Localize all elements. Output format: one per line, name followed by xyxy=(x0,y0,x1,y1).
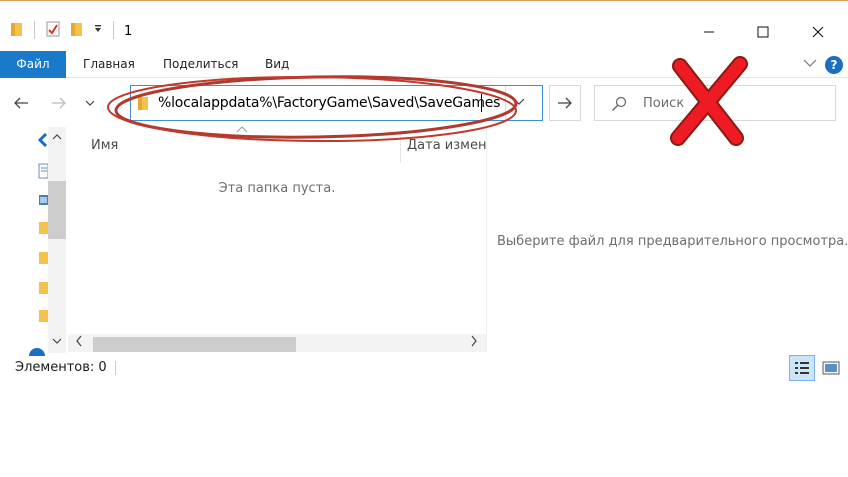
search-box[interactable]: Поиск xyxy=(594,85,836,121)
separator xyxy=(505,86,506,120)
tab-share[interactable]: Поделиться xyxy=(163,51,238,78)
horizontal-scrollbar[interactable] xyxy=(68,334,486,352)
ribbon-tabs: Файл Главная Поделиться Вид ? xyxy=(0,51,848,78)
properties-icon[interactable] xyxy=(45,21,61,40)
column-header-name[interactable]: Имя xyxy=(91,138,118,153)
folder-icon[interactable] xyxy=(38,309,48,326)
sort-arrow-icon xyxy=(236,125,248,136)
address-bar[interactable]: %localappdata%\FactoryGame\Saved\SaveGam… xyxy=(130,85,543,121)
help-button[interactable]: ? xyxy=(825,56,843,74)
text-caret xyxy=(481,94,482,112)
close-button[interactable] xyxy=(795,16,841,48)
search-icon xyxy=(611,96,627,115)
nav-pane-scroll-thumb[interactable] xyxy=(48,181,66,239)
minimize-button[interactable] xyxy=(686,16,732,48)
recent-locations-button[interactable] xyxy=(79,93,101,113)
scroll-down-icon[interactable] xyxy=(52,335,62,348)
maximize-button[interactable] xyxy=(740,16,786,48)
tab-home[interactable]: Главная xyxy=(83,51,135,78)
back-button[interactable] xyxy=(10,93,32,113)
go-button[interactable] xyxy=(549,85,581,121)
horizontal-scroll-thumb[interactable] xyxy=(93,337,296,352)
address-row: %localappdata%\FactoryGame\Saved\SaveGam… xyxy=(0,79,848,127)
details-view-button[interactable] xyxy=(789,355,815,381)
separator xyxy=(113,21,114,39)
search-input[interactable]: Поиск xyxy=(643,96,684,111)
nav-pane-scrollbar[interactable] xyxy=(48,127,66,353)
separator xyxy=(34,21,35,39)
column-separator[interactable] xyxy=(400,131,401,163)
folder-icon[interactable] xyxy=(38,281,48,298)
address-path[interactable]: %localappdata%\FactoryGame\Saved\SaveGam… xyxy=(158,95,500,111)
status-item-count: Элементов: 0 xyxy=(15,360,107,375)
separator xyxy=(115,361,116,375)
forward-button[interactable] xyxy=(48,93,70,113)
title-bar: 1 xyxy=(0,1,848,51)
file-list: Имя Дата измен Эта папка пуста. xyxy=(68,125,486,353)
pictures-icon[interactable] xyxy=(38,193,48,210)
scroll-left-icon[interactable] xyxy=(75,335,83,350)
folder-icon[interactable] xyxy=(38,251,48,268)
document-icon[interactable] xyxy=(38,163,49,182)
pane-divider[interactable] xyxy=(486,127,487,353)
network-icon[interactable] xyxy=(28,345,46,359)
window-title: 1 xyxy=(124,24,133,39)
scroll-right-icon[interactable] xyxy=(470,335,478,350)
empty-folder-message: Эта папка пуста. xyxy=(218,181,336,196)
explorer-window: 1 Файл Главная Поделиться Вид ? %localap… xyxy=(0,0,848,477)
tab-view[interactable]: Вид xyxy=(265,51,289,78)
chevron-down-icon[interactable] xyxy=(803,57,817,71)
tab-file[interactable]: Файл xyxy=(0,51,66,78)
navigation-pane xyxy=(0,127,66,353)
customize-dropdown-icon[interactable] xyxy=(93,24,103,37)
quick-access-icon[interactable] xyxy=(37,132,48,150)
folder-icon[interactable] xyxy=(38,221,48,238)
chevron-down-icon[interactable] xyxy=(513,96,525,110)
new-folder-icon[interactable] xyxy=(70,21,84,40)
preview-pane-message: Выберите файл для предварительного просм… xyxy=(497,234,848,249)
scroll-up-icon[interactable] xyxy=(52,131,62,144)
folder-icon xyxy=(10,21,24,40)
large-icons-view-button[interactable] xyxy=(818,355,844,381)
column-header-date[interactable]: Дата измен xyxy=(407,138,486,153)
folder-icon xyxy=(137,96,150,114)
